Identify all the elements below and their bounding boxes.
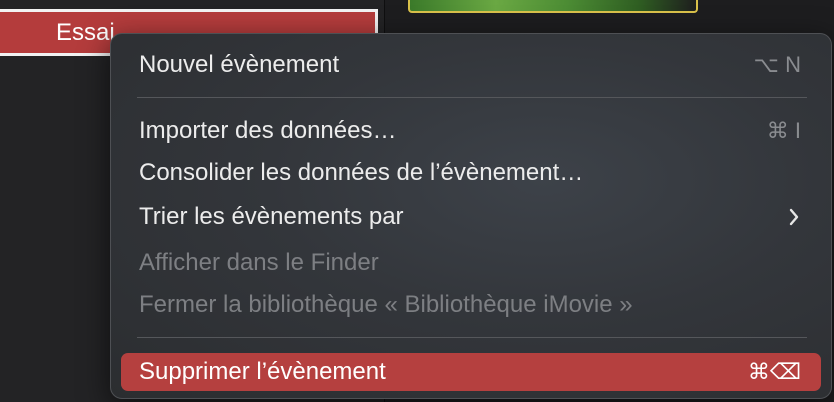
- shortcut-command-i: ⌘ I: [766, 118, 801, 143]
- menu-item-import-media[interactable]: Importer des données… ⌘ I: [121, 112, 821, 150]
- menu-item-label: Importer des données…: [139, 117, 397, 144]
- chevron-right-icon: [789, 208, 799, 226]
- event-name: Essai: [56, 19, 115, 46]
- menu-item-close-library: Fermer la bibliothèque « Bibliothèque iM…: [121, 286, 821, 324]
- menu-item-show-in-finder: Afficher dans le Finder: [121, 244, 821, 282]
- menu-item-new-event[interactable]: Nouvel évènement ⌥ N: [121, 46, 821, 84]
- menu-separator: [137, 337, 807, 338]
- menu-item-sort-events[interactable]: Trier les évènements par: [121, 198, 821, 236]
- menu-item-label: Trier les évènements par: [139, 203, 404, 230]
- menu-item-label: Supprimer l’évènement: [139, 358, 386, 385]
- menu-item-label: Nouvel évènement: [139, 51, 340, 78]
- menu-item-consolidate-event[interactable]: Consolider les données de l’évènement…: [121, 154, 821, 192]
- shortcut-command-delete: ⌘⌫: [747, 359, 801, 384]
- context-menu: Nouvel évènement ⌥ N Importer des donnée…: [110, 33, 832, 399]
- menu-item-label: Afficher dans le Finder: [139, 249, 379, 276]
- menu-item-delete-event[interactable]: Supprimer l’évènement ⌘⌫: [121, 353, 821, 391]
- shortcut-option-n: ⌥ N: [753, 52, 801, 77]
- menu-item-label: Consolider les données de l’évènement…: [139, 159, 584, 186]
- imovie-window: Essai Nouvel évènement ⌥ N Importer des …: [0, 0, 834, 402]
- clip-thumbnail[interactable]: [408, 0, 698, 13]
- menu-separator: [137, 97, 807, 98]
- menu-item-label: Fermer la bibliothèque « Bibliothèque iM…: [139, 291, 633, 318]
